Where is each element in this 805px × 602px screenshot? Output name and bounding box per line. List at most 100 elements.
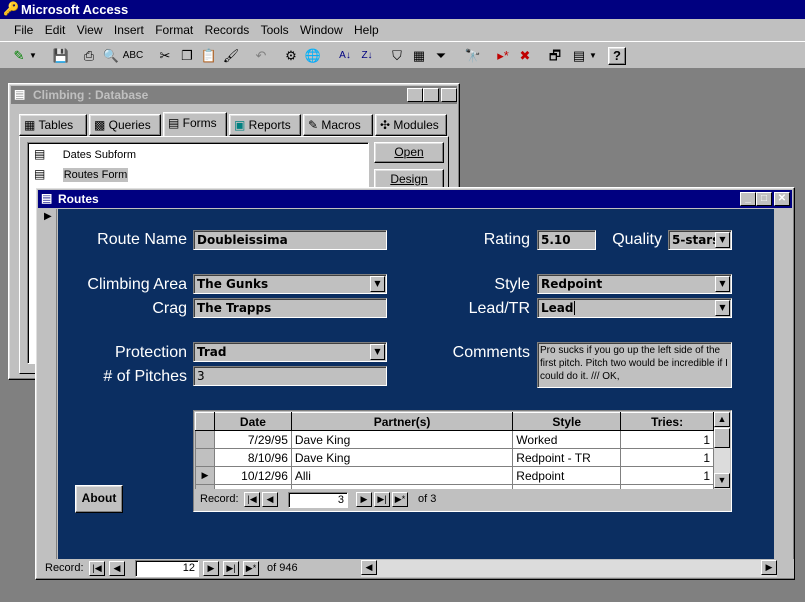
climbing-area-combo[interactable]: The Gunks ▼ [193, 274, 387, 294]
form-horizontal-scrollbar[interactable]: ◀ ▶ [361, 560, 777, 577]
menu-help[interactable]: Help [350, 23, 383, 37]
new-record-icon[interactable]: ▶* [392, 492, 408, 507]
close-icon[interactable]: ✕ [774, 192, 790, 206]
scroll-up-icon[interactable]: ▲ [714, 412, 730, 427]
route-name-field[interactable]: Doubleissima [193, 230, 387, 250]
new-record-icon[interactable]: ▶* [243, 561, 259, 576]
minimize-icon[interactable]: _ [407, 88, 423, 102]
find-icon[interactable]: 🔭 [462, 45, 484, 67]
scroll-left-icon[interactable]: ◀ [361, 560, 377, 575]
row-selector[interactable] [195, 430, 215, 449]
print-icon[interactable]: ⎙ [78, 45, 100, 67]
chevron-down-icon[interactable]: ▼ [370, 276, 385, 292]
chevron-down-icon[interactable]: ▼ [588, 45, 598, 67]
last-record-icon[interactable]: ▶| [223, 561, 239, 576]
table-row[interactable]: * 0 [195, 484, 714, 489]
copy-icon[interactable]: ❐ [176, 45, 198, 67]
form-record-number-input[interactable]: 12 [135, 560, 199, 577]
pitches-field[interactable]: 3 [193, 366, 387, 386]
subform-record-number-input[interactable]: 3 [288, 492, 348, 508]
subform-record-navigator: Record: |◀ ◀ 3 ▶ ▶| ▶* of 3 [196, 491, 716, 509]
subform-vertical-scrollbar[interactable]: ▲ ▼ [714, 412, 730, 489]
filter-by-selection-icon[interactable]: ⛉ [386, 45, 408, 67]
style-combo[interactable]: Redpoint ▼ [537, 274, 732, 294]
format-painter-icon[interactable]: 🖌 [220, 45, 242, 67]
row-selector[interactable] [195, 448, 215, 467]
cut-icon[interactable]: ✂ [154, 45, 176, 67]
menu-records[interactable]: Records [201, 23, 254, 37]
menu-file[interactable]: File [10, 23, 37, 37]
maximize-icon[interactable]: □ [423, 88, 439, 102]
paste-icon[interactable]: 📋 [198, 45, 220, 67]
tab-forms[interactable]: ▤ Forms [163, 112, 227, 138]
table-row[interactable]: ▶ 10/12/96 Alli Redpoint 1 [195, 466, 714, 485]
close-icon[interactable]: ✕ [441, 88, 457, 102]
menu-format[interactable]: Format [151, 23, 197, 37]
previous-record-icon[interactable]: ◀ [109, 561, 125, 576]
menu-tools[interactable]: Tools [257, 23, 293, 37]
sort-descending-icon[interactable]: Z↓ [356, 45, 378, 67]
col-tries[interactable]: Tries: [620, 412, 714, 431]
tab-modules[interactable]: ✣ Modules [375, 114, 447, 136]
scroll-thumb[interactable] [714, 428, 730, 448]
col-style[interactable]: Style [512, 412, 622, 431]
help-icon[interactable]: ? [608, 47, 626, 65]
apply-filter-icon[interactable]: ⏷ [430, 45, 452, 67]
comments-field[interactable]: Pro sucks if you go up the left side of … [537, 342, 732, 388]
open-button[interactable]: Open [374, 142, 444, 163]
menu-edit[interactable]: Edit [41, 23, 70, 37]
scroll-down-icon[interactable]: ▼ [714, 473, 730, 488]
delete-record-icon[interactable]: ✖ [514, 45, 536, 67]
quality-combo[interactable]: 5-stars ▼ [668, 230, 732, 250]
rating-label: Rating [483, 231, 530, 248]
tab-queries[interactable]: ▩ Queries [89, 114, 161, 136]
tab-macros[interactable]: ✎ Macros [303, 114, 373, 136]
sort-ascending-icon[interactable]: A↓ [334, 45, 356, 67]
chevron-down-icon[interactable]: ▼ [28, 45, 38, 67]
crag-field[interactable]: The Trapps [193, 298, 387, 318]
design-view-icon[interactable]: ✎ [8, 45, 30, 67]
lead-tr-combo[interactable]: Lead ▼ [537, 298, 732, 318]
new-record-marker[interactable]: * [195, 484, 215, 489]
record-selector[interactable]: ▶ [39, 209, 57, 559]
rating-field[interactable]: 5.10 [537, 230, 596, 250]
list-item[interactable]: ▤ Dates Subform [34, 147, 136, 161]
first-record-icon[interactable]: |◀ [244, 492, 260, 507]
menu-window[interactable]: Window [296, 23, 347, 37]
chevron-down-icon[interactable]: ▼ [715, 276, 730, 292]
first-record-icon[interactable]: |◀ [89, 561, 105, 576]
tab-reports[interactable]: ▣ Reports [229, 114, 301, 136]
maximize-icon[interactable]: □ [756, 192, 772, 206]
chevron-down-icon[interactable]: ▼ [715, 300, 730, 316]
col-partners[interactable]: Partner(s) [290, 412, 514, 431]
current-row-arrow-icon[interactable]: ▶ [195, 466, 215, 485]
table-row[interactable]: 7/29/95 Dave King Worked 1 [195, 430, 714, 449]
menu-insert[interactable]: Insert [110, 23, 148, 37]
hyperlink-icon[interactable]: 🌐 [302, 45, 324, 67]
tab-tables[interactable]: ▦ Tables [19, 114, 87, 136]
new-object-icon[interactable]: ▤ [568, 45, 590, 67]
list-item[interactable]: ▤ Routes Form [34, 167, 129, 182]
next-record-icon[interactable]: ▶ [356, 492, 372, 507]
undo-icon[interactable]: ↶ [250, 45, 272, 67]
next-record-icon[interactable]: ▶ [203, 561, 219, 576]
scroll-right-icon[interactable]: ▶ [761, 560, 777, 575]
minimize-icon[interactable]: _ [740, 192, 756, 206]
save-icon[interactable]: 💾 [50, 45, 72, 67]
database-window-icon[interactable]: 🗗 [544, 45, 566, 67]
filter-by-form-icon[interactable]: ▦ [408, 45, 430, 67]
last-record-icon[interactable]: ▶| [374, 492, 390, 507]
table-row[interactable]: 8/10/96 Dave King Redpoint - TR 1 [195, 448, 714, 467]
protection-combo[interactable]: Trad ▼ [193, 342, 387, 362]
spelling-icon[interactable]: ABC [122, 45, 144, 67]
previous-record-icon[interactable]: ◀ [262, 492, 278, 507]
col-date[interactable]: Date [213, 412, 292, 431]
about-button[interactable]: About [75, 485, 123, 513]
print-preview-icon[interactable]: 🔍 [100, 45, 122, 67]
new-record-icon[interactable]: ▸* [492, 45, 514, 67]
database-icon: ▤ [14, 87, 26, 101]
chevron-down-icon[interactable]: ▼ [370, 344, 385, 360]
menu-view[interactable]: View [73, 23, 107, 37]
insert-object-icon[interactable]: ⚙ [280, 45, 302, 67]
chevron-down-icon[interactable]: ▼ [715, 232, 730, 248]
